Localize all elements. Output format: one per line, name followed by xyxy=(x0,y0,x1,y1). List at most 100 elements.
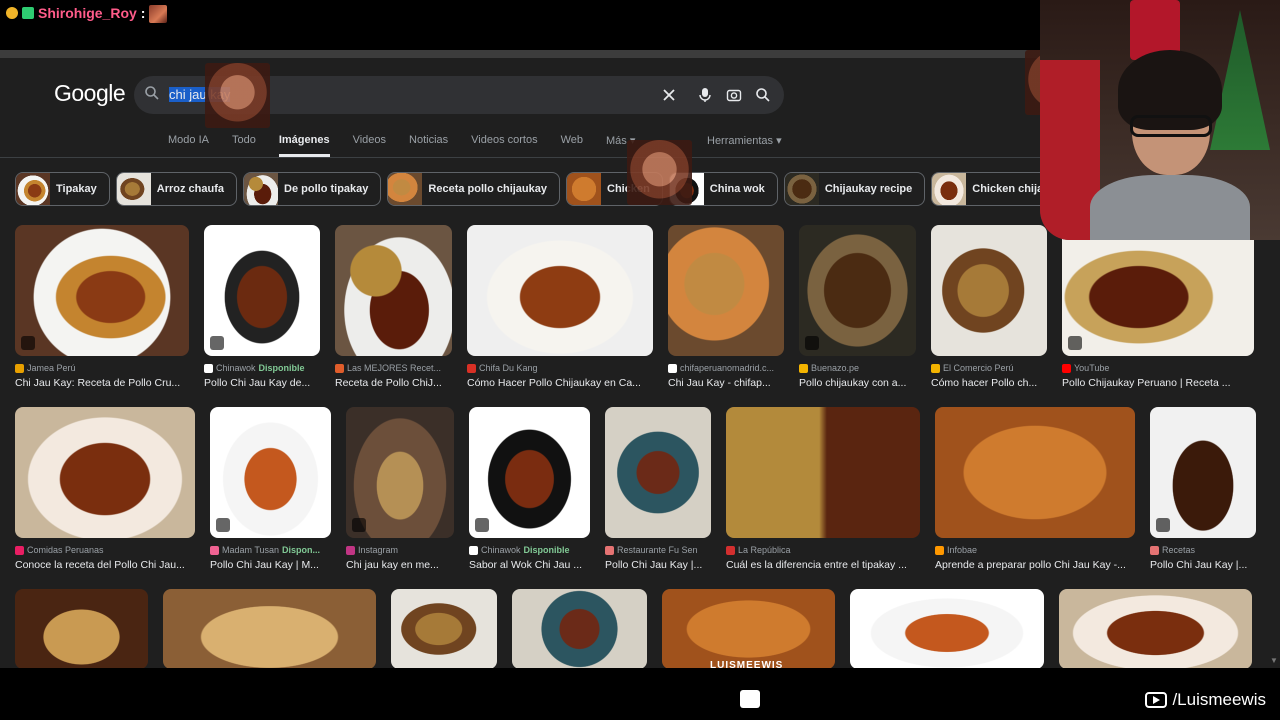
result-image[interactable] xyxy=(210,407,331,538)
image-result[interactable]: Comidas Peruanas Conoce la receta del Po… xyxy=(15,407,195,571)
site-favicon-icon xyxy=(467,363,476,373)
tab-imagenes[interactable]: Imágenes xyxy=(278,134,330,157)
result-title[interactable]: Cuál es la diferencia entre el tipakay .… xyxy=(726,559,920,571)
site-favicon-icon xyxy=(210,545,219,555)
tab-web[interactable]: Web xyxy=(561,134,583,157)
result-image[interactable] xyxy=(15,225,189,356)
result-image[interactable] xyxy=(1062,225,1254,356)
tools-menu[interactable]: Herramientas ▾ xyxy=(707,134,782,147)
result-image[interactable] xyxy=(850,589,1044,668)
image-result[interactable] xyxy=(1059,589,1252,668)
microphone-icon[interactable] xyxy=(694,84,716,106)
tab-noticias[interactable]: Noticias xyxy=(409,134,448,157)
result-title[interactable]: Chi Jau Kay - chifap... xyxy=(668,377,784,389)
image-result[interactable]: Restaurante Fu Sen Pollo Chi Jau Kay |..… xyxy=(605,407,711,571)
result-source: Restaurante Fu Sen xyxy=(605,545,711,555)
result-title[interactable]: Chi Jau Kay: Receta de Pollo Cru... xyxy=(15,377,189,389)
tab-todo[interactable]: Todo xyxy=(232,134,256,157)
chip-thumbnail xyxy=(16,173,50,205)
result-image[interactable] xyxy=(467,225,653,356)
result-image[interactable] xyxy=(931,225,1047,356)
result-image[interactable] xyxy=(204,225,320,356)
result-image[interactable] xyxy=(469,407,590,538)
result-source: La República xyxy=(726,545,920,555)
product-tag-icon xyxy=(475,518,489,532)
chip-de-pollo-tipakay[interactable]: De pollo tipakay xyxy=(243,172,382,206)
tab-modo-ia[interactable]: Modo IA xyxy=(168,134,209,157)
chip-chijaukay-recipe[interactable]: Chijaukay recipe xyxy=(783,172,926,206)
result-image[interactable] xyxy=(15,589,148,668)
result-image[interactable] xyxy=(726,407,920,538)
result-title[interactable]: Pollo Chi Jau Kay | M... xyxy=(210,559,331,571)
result-image[interactable] xyxy=(799,225,916,356)
social-handle: /Luismeewis xyxy=(1145,690,1266,710)
google-logo[interactable]: Google xyxy=(54,80,126,107)
site-favicon-icon xyxy=(469,545,478,555)
tab-videos-cortos[interactable]: Videos cortos xyxy=(471,134,537,157)
result-title[interactable]: Pollo Chi Jau Kay |... xyxy=(1150,559,1256,571)
result-title[interactable]: Pollo Chi Jau Kay de... xyxy=(204,377,320,389)
result-title[interactable]: Conoce la receta del Pollo Chi Jau... xyxy=(15,559,195,571)
result-source: Recetas xyxy=(1150,545,1256,555)
result-image[interactable] xyxy=(512,589,647,668)
result-image[interactable] xyxy=(391,589,497,668)
image-result[interactable] xyxy=(512,589,647,668)
result-image[interactable] xyxy=(662,589,835,668)
site-favicon-icon xyxy=(335,363,344,373)
result-image[interactable] xyxy=(15,407,195,538)
result-image[interactable] xyxy=(605,407,711,538)
image-result[interactable]: Chifa Du Kang Cómo Hacer Pollo Chijaukay… xyxy=(467,225,653,389)
image-result[interactable]: YouTube Pollo Chijaukay Peruano | Receta… xyxy=(1062,225,1254,389)
result-image[interactable] xyxy=(335,225,452,356)
result-image[interactable] xyxy=(346,407,454,538)
result-source: Chinawok Disponible xyxy=(204,363,320,373)
search-submit-icon[interactable] xyxy=(752,84,774,106)
image-result[interactable]: Recetas Pollo Chi Jau Kay |... xyxy=(1150,407,1256,571)
image-result[interactable]: Madam Tusan Dispon... Pollo Chi Jau Kay |… xyxy=(210,407,331,571)
video-play-icon xyxy=(352,518,366,532)
image-result[interactable]: Chinawok Disponible Sabor al Wok Chi Jau … xyxy=(469,407,590,571)
tab-videos[interactable]: Videos xyxy=(353,134,386,157)
image-result[interactable] xyxy=(391,589,497,668)
related-chips: Tipakay Arroz chaufa De pollo tipakay Re… xyxy=(15,172,1082,206)
image-result[interactable]: Buenazo.pe Pollo chijaukay con a... xyxy=(799,225,916,389)
image-result[interactable] xyxy=(15,589,148,668)
image-result[interactable] xyxy=(163,589,376,668)
source-name: Chinawok xyxy=(216,363,256,373)
image-result[interactable]: Infobae Aprende a preparar pollo Chi Jau… xyxy=(935,407,1135,571)
image-result[interactable]: Chinawok Disponible Pollo Chi Jau Kay de.… xyxy=(204,225,320,389)
result-image[interactable] xyxy=(668,225,784,356)
result-title[interactable]: Pollo chijaukay con a... xyxy=(799,377,916,389)
result-title[interactable]: Pollo Chi Jau Kay |... xyxy=(605,559,711,571)
result-image[interactable] xyxy=(935,407,1135,538)
result-image[interactable] xyxy=(1150,407,1256,538)
image-result[interactable] xyxy=(850,589,1044,668)
image-result[interactable]: El Comercio Perú Cómo hacer Pollo ch... xyxy=(931,225,1047,389)
image-result[interactable]: Instagram Chi jau kay en me... xyxy=(346,407,454,571)
source-name: Chinawok xyxy=(481,545,521,555)
image-result[interactable]: chifaperuanomadrid.c... Chi Jau Kay - ch… xyxy=(668,225,784,389)
result-title[interactable]: Sabor al Wok Chi Jau ... xyxy=(469,559,590,571)
gallery-icon xyxy=(805,336,819,350)
image-result[interactable] xyxy=(662,589,835,668)
result-image[interactable] xyxy=(1059,589,1252,668)
image-result[interactable]: Las MEJORES Recet... Receta de Pollo Chi… xyxy=(335,225,452,389)
clear-icon[interactable] xyxy=(658,84,680,106)
result-image[interactable] xyxy=(163,589,376,668)
result-title[interactable]: Cómo hacer Pollo ch... xyxy=(931,377,1047,389)
streamer xyxy=(1090,50,1250,240)
chip-arroz-chaufa[interactable]: Arroz chaufa xyxy=(115,172,238,206)
scroll-down-icon[interactable]: ▼ xyxy=(1268,656,1280,668)
youtube-icon xyxy=(1145,692,1168,708)
chip-label: Tipakay xyxy=(56,183,97,195)
image-result[interactable]: La República Cuál es la diferencia entre… xyxy=(726,407,920,571)
chip-receta-pollo-chijaukay[interactable]: Receta pollo chijaukay xyxy=(387,172,560,206)
result-title[interactable]: Chi jau kay en me... xyxy=(346,559,454,571)
image-result[interactable]: Jamea Perú Chi Jau Kay: Receta de Pollo … xyxy=(15,225,189,389)
lens-camera-icon[interactable] xyxy=(723,84,745,106)
result-title[interactable]: Receta de Pollo ChiJ... xyxy=(335,377,452,389)
chip-tipakay[interactable]: Tipakay xyxy=(15,172,110,206)
result-title[interactable]: Aprende a preparar pollo Chi Jau Kay -..… xyxy=(935,559,1135,571)
result-title[interactable]: Pollo Chijaukay Peruano | Receta ... xyxy=(1062,377,1254,389)
result-title[interactable]: Cómo Hacer Pollo Chijaukay en Ca... xyxy=(467,377,653,389)
